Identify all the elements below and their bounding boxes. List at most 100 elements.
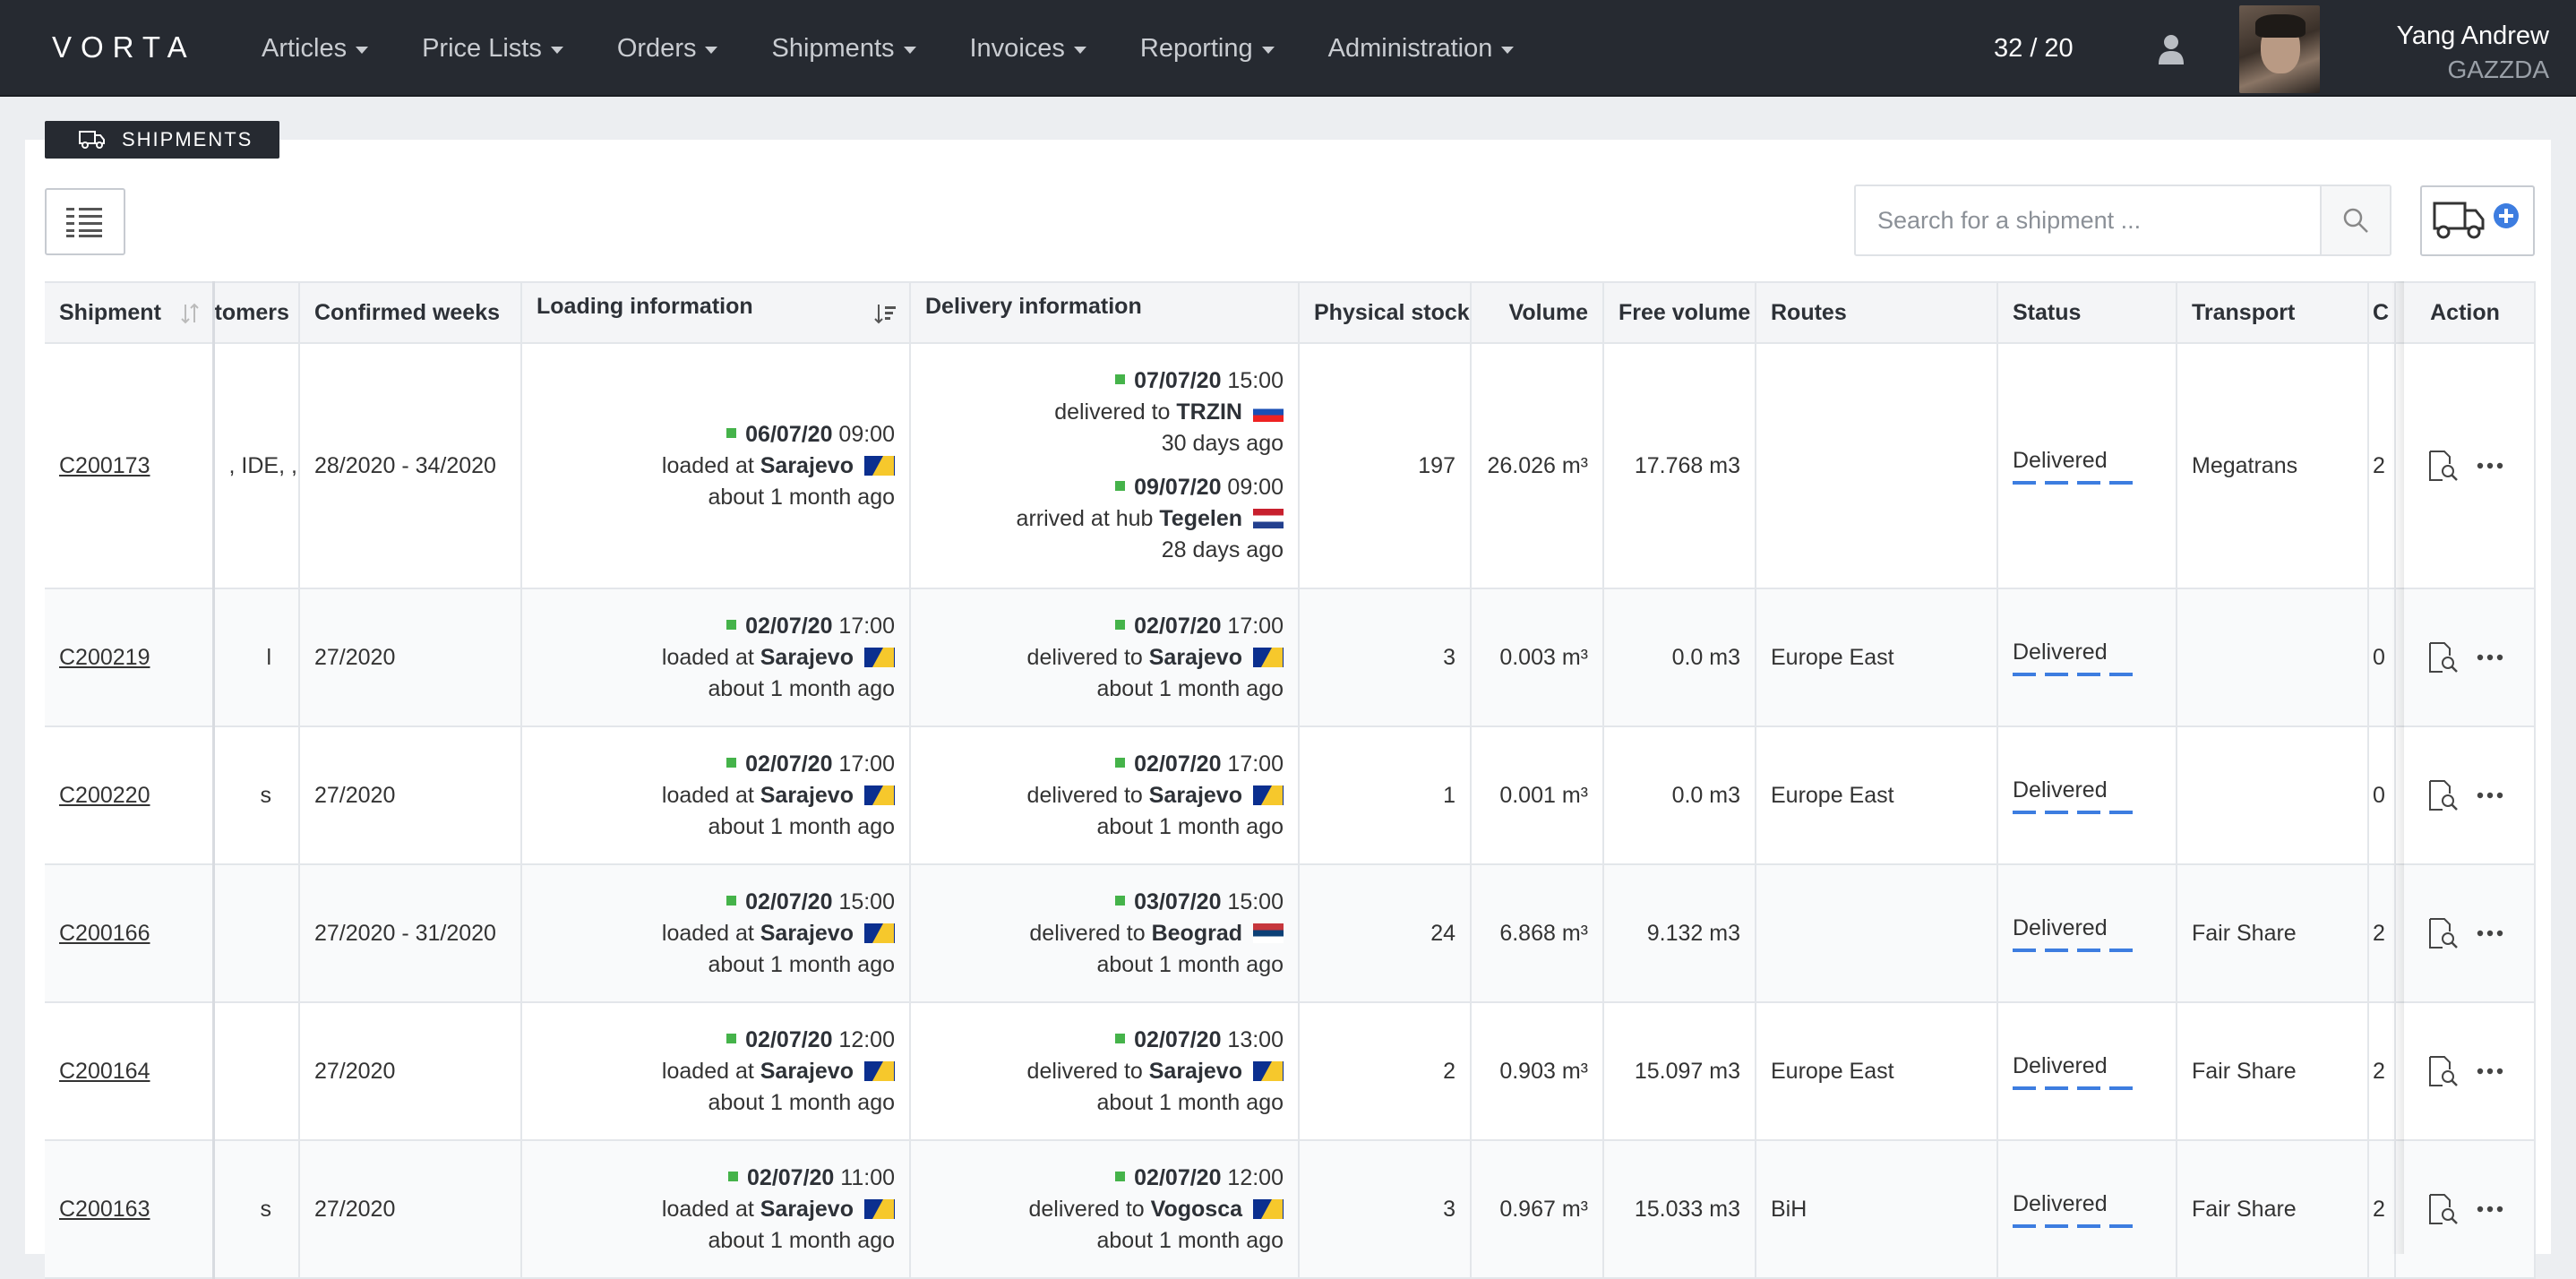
search-input[interactable] [1856,186,2322,254]
view-document-icon[interactable] [2426,641,2459,674]
brand-logo[interactable]: VORTA [52,30,196,64]
info-prefix: loaded at [661,920,760,946]
shipment-link[interactable]: C200219 [59,645,150,670]
shipment-link[interactable]: C200220 [59,783,150,808]
shipment-link[interactable]: C200164 [59,1059,150,1084]
col-customers[interactable]: tomers [213,281,300,344]
status-dot-icon [728,1171,739,1181]
action-cell [2395,1002,2536,1141]
user-org: GAZZDA [2447,56,2549,83]
info-date: 06/07/20 [745,421,833,447]
more-icon[interactable] [2477,1068,2503,1075]
info-time: 13:00 [1221,1026,1284,1052]
view-document-icon[interactable] [2426,1055,2459,1087]
nav-orders[interactable]: Orders [617,34,718,64]
nav-shipments[interactable]: Shipments [771,34,916,64]
view-document-icon[interactable] [2426,1193,2459,1225]
col-volume[interactable]: Volume [1471,281,1604,344]
shipment-link[interactable]: C200163 [59,1197,150,1222]
col-confirmed-weeks[interactable]: Confirmed weeks [299,281,522,344]
info-place: Tegelen [1159,506,1242,531]
info-datetime: 02/07/20 17:00 [925,611,1284,642]
nav-administration[interactable]: Administration [1328,34,1515,64]
info-datetime: 07/07/20 15:00 [925,365,1284,397]
table-row[interactable]: C200166 27/2020 - 31/2020 02/07/20 15:00… [45,864,2536,1003]
info-prefix: delivered to [1026,644,1149,670]
nav-invoices[interactable]: Invoices [970,34,1086,64]
info-date: 02/07/20 [745,888,833,914]
more-icon[interactable] [2477,462,2503,469]
table-row[interactable]: C200163 s 27/2020 02/07/20 11:00 loaded a… [45,1140,2536,1279]
col-label: Physical stock [1314,299,1470,325]
nav-label: Price Lists [422,33,542,63]
delivery-info: 02/07/20 12:00 delivered to Vogosca about … [925,1163,1284,1257]
col-label: C [2373,299,2390,325]
loading-cell: 02/07/20 15:00 loaded at Sarajevo about 1 … [521,864,911,1003]
confirmed-weeks-cell: 27/2020 [299,1002,522,1141]
info-ago: 30 days ago [1161,431,1284,456]
shipment-link[interactable]: C200173 [59,453,150,478]
info-place: Sarajevo [1148,782,1242,808]
caret-down-icon [356,46,369,54]
shipment-cell: C200164 [45,1002,215,1141]
info-time: 15:00 [1221,368,1284,393]
more-icon[interactable] [2477,792,2503,799]
info-place: Beograd [1151,920,1242,946]
shipment-cell: C200220 [45,726,215,865]
info-place-line: loaded at Sarajevo [537,642,895,674]
info-time: 17:00 [832,613,895,639]
info-time: 17:00 [1221,613,1284,639]
table-row[interactable]: C200219 l 27/2020 02/07/20 17:00 loaded a… [45,588,2536,727]
col-shipment[interactable]: Shipment [45,281,215,344]
col-transport[interactable]: Transport [2177,281,2369,344]
col-physical-stock[interactable]: Physical stock [1299,281,1472,344]
more-icon[interactable] [2477,654,2503,661]
col-routes[interactable]: Routes [1756,281,1998,344]
view-document-icon[interactable] [2426,779,2459,811]
view-document-icon[interactable] [2426,917,2459,949]
delivery-info: 02/07/20 13:00 delivered to Sarajevo about… [925,1025,1284,1119]
shipment-link[interactable]: C200166 [59,921,150,946]
physical-stock-cell: 3 [1299,588,1472,727]
col-delivery-information[interactable]: Delivery information [910,281,1300,344]
confirmed-weeks-cell: 27/2020 - 31/2020 [299,864,522,1003]
col-status[interactable]: Status [1997,281,2177,344]
info-time: 09:00 [1221,475,1284,500]
info-place: Sarajevo [760,1196,854,1222]
info-place: Sarajevo [760,920,854,946]
search-button[interactable] [2320,186,2390,254]
status-badge: Delivered [2013,447,2108,473]
user-name[interactable]: Yang Andrew [2397,21,2549,51]
nav-label: Invoices [969,33,1065,63]
nav-articles[interactable]: Articles [262,34,369,64]
table-row[interactable]: C200164 27/2020 02/07/20 12:00 loaded at … [45,1002,2536,1141]
more-icon[interactable] [2477,1206,2503,1213]
view-document-icon[interactable] [2426,450,2459,482]
col-loading-information[interactable]: Loading information [521,281,911,344]
status-progress [2013,1086,2138,1090]
table-body: C200173 , IDE, , TAF, R, FLI, , STA, , E… [45,343,2536,1279]
info-time: 12:00 [1221,1164,1284,1190]
info-time: 11:00 [834,1164,895,1190]
sort-icon[interactable] [180,303,200,324]
list-view-button[interactable] [45,188,125,255]
loading-info: 02/07/20 17:00 loaded at Sarajevo about 1 … [537,749,895,843]
loading-cell: 02/07/20 11:00 loaded at Sarajevo about 1 … [521,1140,911,1279]
info-prefix: loaded at [661,782,760,808]
nav-label: Reporting [1139,33,1253,63]
add-shipment-button[interactable] [2420,185,2535,256]
country-flag-icon [1253,1198,1284,1219]
col-clipped: C [2368,281,2396,344]
user-icon[interactable] [2157,34,2185,64]
sort-desc-icon[interactable] [873,303,897,326]
nav-price-lists[interactable]: Price Lists [422,34,563,64]
nav-reporting[interactable]: Reporting [1140,34,1275,64]
avatar[interactable] [2239,5,2320,93]
col-free-volume[interactable]: Free volume [1603,281,1756,344]
table-row[interactable]: C200173 , IDE, , TAF, R, FLI, , STA, , E… [45,343,2536,589]
nav-counter: 32 / 20 [1994,34,2074,63]
info-datetime: 02/07/20 15:00 [537,887,895,918]
table-row[interactable]: C200220 s 27/2020 02/07/20 17:00 loaded a… [45,726,2536,865]
status-cell: Delivered [1997,1140,2177,1279]
more-icon[interactable] [2477,930,2503,937]
